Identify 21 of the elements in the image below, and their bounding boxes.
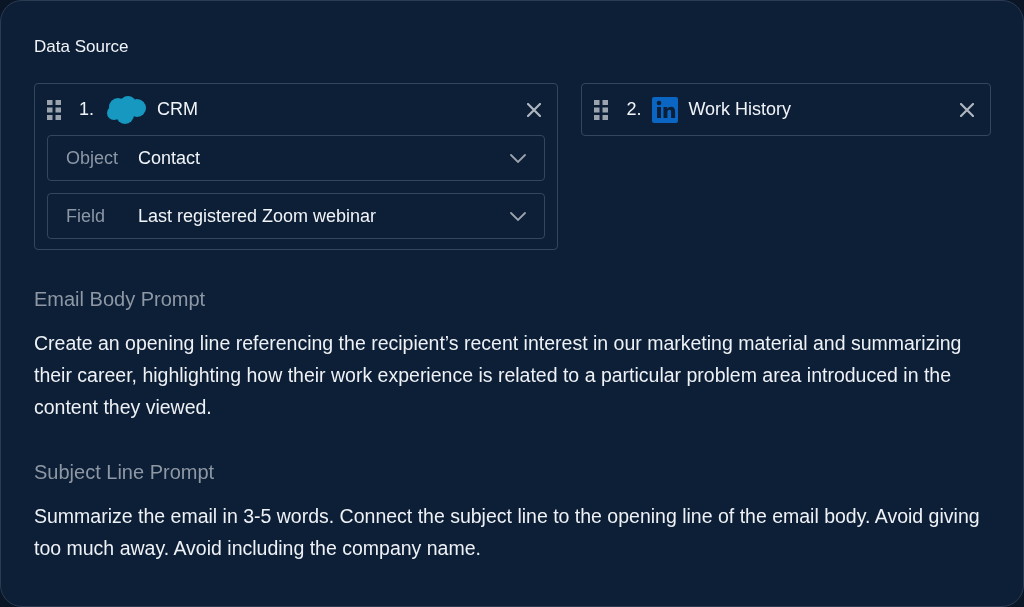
chevron-down-icon — [510, 153, 527, 163]
drag-handle-icon[interactable] — [47, 99, 61, 120]
source-number: 2. — [626, 99, 643, 120]
prompt-title: Subject Line Prompt — [34, 461, 216, 484]
dropdown-value: Last registered Zoom webinar — [138, 205, 378, 227]
source-name: CRM — [157, 99, 199, 120]
dropdown-value: Contact — [138, 147, 202, 169]
dropdown[interactable]: Field Last registered Zoom webinar — [47, 193, 546, 239]
drag-handle-icon[interactable] — [594, 99, 609, 120]
dropdown[interactable]: Object Contact — [47, 135, 546, 181]
source-name: Work History — [688, 99, 793, 120]
chevron-down-icon — [510, 211, 527, 221]
prompt-text: Create an opening line referencing the recipient’s recent interest in our marketing material and summarizing their career, highlighting how their work experience is related to a particular problem area introduced in the content they viewed. — [34, 331, 963, 420]
prompt-title: Email Body Prompt — [34, 288, 207, 311]
source-number: 1. — [79, 99, 95, 120]
section-title: Data Source — [34, 37, 130, 57]
dropdown-label: Object — [66, 147, 120, 169]
dropdown-label: Field — [66, 205, 106, 227]
linkedin-icon — [652, 96, 679, 123]
prompt-text: Summarize the email in 3-5 words. Connect the subject line to the opening line of the email body. Avoid giving too much away. Avoid including the company name. — [34, 504, 981, 561]
cloud-icon — [105, 94, 147, 125]
